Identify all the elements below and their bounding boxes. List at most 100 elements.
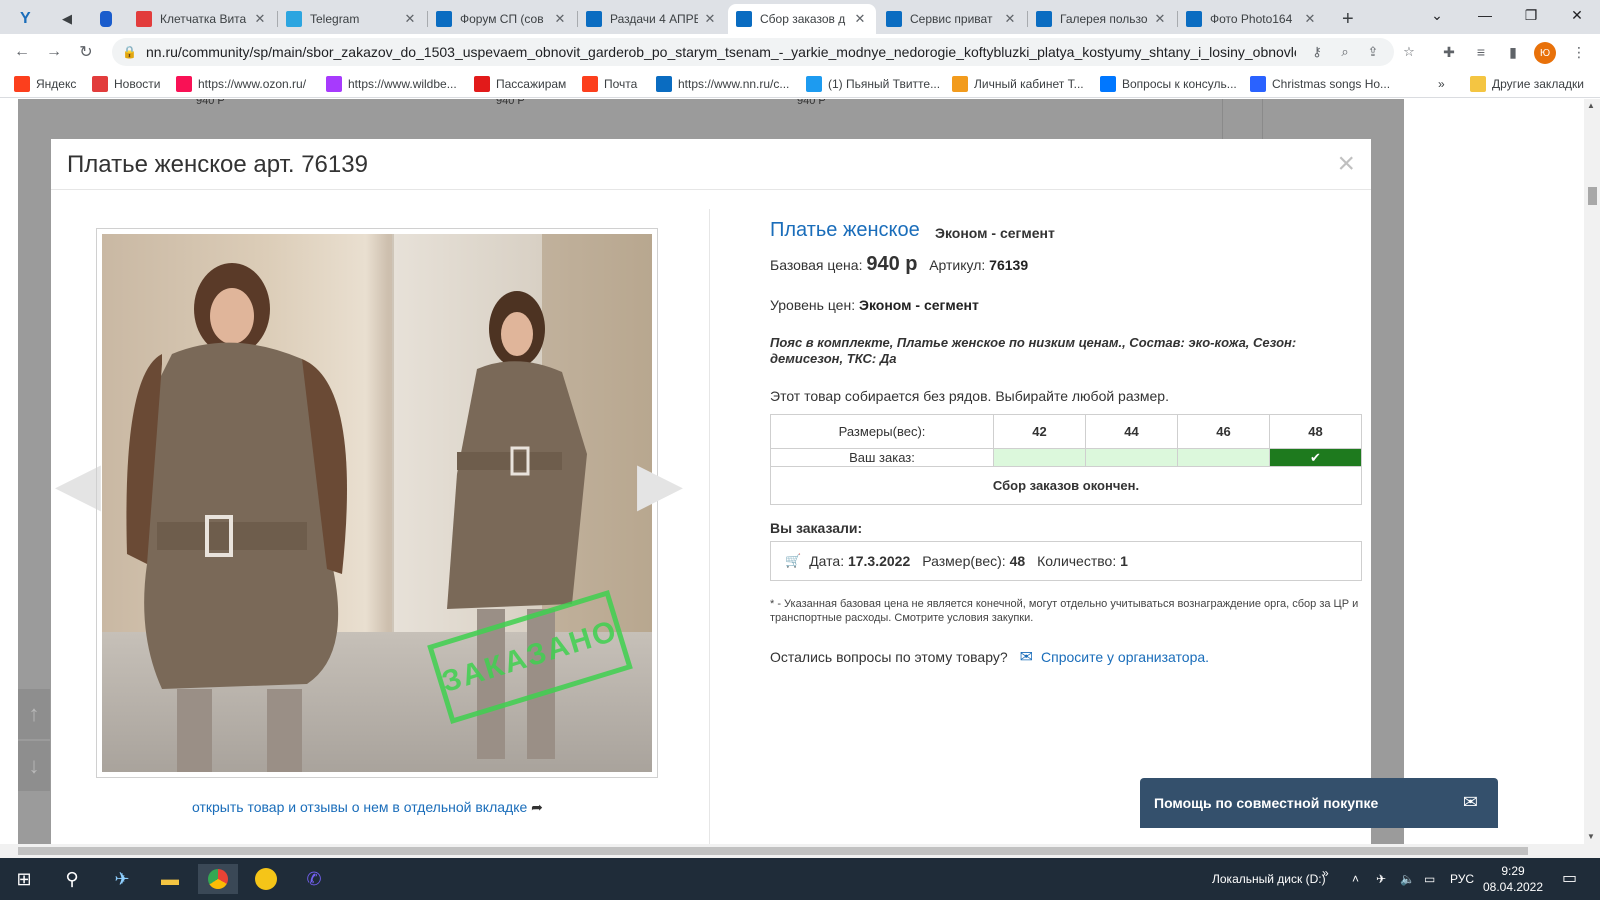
bookmark-item[interactable]: Вопросы к консуль... [1100, 76, 1237, 92]
display-icon[interactable]: ▭ [1424, 872, 1435, 886]
chat-tab-icon[interactable] [92, 4, 120, 34]
file-explorer-icon[interactable]: ▬ [150, 864, 190, 894]
tab-close-icon[interactable]: ✕ [552, 11, 568, 27]
restore-button[interactable]: ❐ [1508, 0, 1554, 30]
ask-organizer-link[interactable]: Спросите у организатора. [1041, 649, 1209, 665]
reload-button[interactable]: ↻ [74, 40, 98, 64]
bg-divider [1262, 99, 1263, 139]
tab-close-icon[interactable]: ✕ [252, 11, 268, 27]
open-product-link-text[interactable]: открыть товар и отзывы о нем в отдельной… [192, 799, 527, 815]
open-product-link[interactable]: открыть товар и отзывы о нем в отдельной… [192, 799, 543, 816]
network-icon[interactable]: ✈ [1376, 872, 1386, 886]
tab-close-icon[interactable]: ✕ [402, 11, 418, 27]
address-bar[interactable]: 🔒 nn.ru/community/sp/main/sbor_zakazov_d… [112, 38, 1394, 66]
zoom-icon[interactable]: ⌕ [1336, 44, 1354, 62]
bookmark-favicon-icon [806, 76, 822, 92]
notifications-icon[interactable]: ▭ [1562, 868, 1577, 888]
vertical-scrollbar[interactable]: ▲ ▼ [1584, 99, 1600, 844]
browser-tab[interactable]: Раздачи 4 АПРЕ ✕ [578, 4, 726, 34]
bookmarks-more-button[interactable]: » [1438, 76, 1445, 92]
chrome-icon[interactable] [198, 864, 238, 894]
app-plane-icon[interactable]: ✈ [102, 864, 142, 894]
browser-tab[interactable]: Галерея пользо ✕ [1028, 4, 1176, 34]
browser-tab[interactable]: Сервис приват ✕ [878, 4, 1026, 34]
bookmark-item[interactable]: https://www.wildbe... [326, 76, 457, 92]
tab-favicon-icon [736, 11, 752, 27]
horizontal-scrollbar[interactable] [0, 844, 1600, 858]
search-icon[interactable]: ⚲ [52, 864, 92, 894]
tab-search-button[interactable]: ⌄ [1414, 0, 1460, 30]
order-cell-42[interactable] [993, 448, 1086, 467]
viber-icon[interactable]: ✆ [294, 864, 334, 894]
next-image-arrow-icon[interactable]: ▶ [637, 434, 683, 534]
minimize-button[interactable]: — [1462, 0, 1508, 30]
bookmark-item[interactable]: (1) Пьяный Твитте... [806, 76, 940, 92]
size-46: 46 [1177, 414, 1270, 449]
help-widget[interactable]: Помощь по совместной покупке ✉ [1140, 778, 1498, 828]
volume-icon[interactable]: 🔈 [1400, 872, 1415, 886]
order-cell-46[interactable] [1177, 448, 1270, 467]
scroll-down-icon[interactable]: ▼ [1587, 832, 1595, 841]
prev-image-arrow-icon[interactable]: ◀ [55, 434, 101, 534]
browser-tab[interactable]: Фото Photo164 ✕ [1178, 4, 1326, 34]
bookmark-label: Личный кабинет Т... [974, 77, 1084, 91]
tab-close-icon[interactable]: ✕ [1002, 11, 1018, 27]
browser-tab[interactable]: Telegram ✕ [278, 4, 426, 34]
bookmark-item[interactable]: Christmas songs Ho... [1250, 76, 1390, 92]
order-cell-48-check-icon[interactable]: ✔ [1269, 448, 1362, 467]
bookmark-label: https://www.wildbe... [348, 77, 457, 91]
new-tab-button[interactable]: + [1334, 4, 1364, 34]
onec-app-icon[interactable] [246, 864, 286, 894]
envelope-icon[interactable]: ✉ [1020, 647, 1033, 667]
close-icon[interactable]: × [1337, 147, 1355, 181]
bookmark-item[interactable]: Новости [92, 76, 160, 92]
bookmark-item[interactable]: https://www.nn.ru/c... [656, 76, 789, 92]
mute-tab-icon[interactable]: ◀ [54, 4, 82, 34]
bookmark-item[interactable]: Почта [582, 76, 637, 92]
tray-more-icon[interactable]: » [1322, 866, 1329, 880]
disk-label[interactable]: Локальный диск (D:) [1212, 872, 1326, 886]
bookmark-item[interactable]: https://www.ozon.ru/ [176, 76, 306, 92]
tab-close-icon[interactable]: ✕ [1302, 11, 1318, 27]
horizontal-scroll-thumb[interactable] [18, 847, 1528, 855]
browser-tab[interactable]: Клетчатка Вита ✕ [128, 4, 276, 34]
size-value: 48 [1009, 553, 1026, 569]
language-indicator[interactable]: РУС [1450, 872, 1474, 886]
other-bookmarks[interactable]: Другие закладки [1470, 76, 1584, 92]
back-button[interactable]: ← [10, 40, 34, 64]
clock[interactable]: 9:29 08.04.2022 [1478, 863, 1548, 895]
product-name[interactable]: Платье женское [770, 219, 920, 242]
scroll-down-arrow-icon[interactable]: ↓ [18, 741, 50, 791]
profile-avatar[interactable]: Ю [1534, 42, 1556, 64]
extensions-icon[interactable]: ✚ [1440, 44, 1458, 62]
vertical-scroll-thumb[interactable] [1588, 187, 1597, 205]
bookmark-star-icon[interactable]: ☆ [1400, 44, 1418, 62]
bookmark-item[interactable]: Яндекс [14, 76, 76, 92]
url-text[interactable]: nn.ru/community/sp/main/sbor_zakazov_do_… [146, 44, 1296, 60]
article-label: Артикул: [929, 257, 986, 273]
order-cell-44[interactable] [1085, 448, 1178, 467]
reading-list-icon[interactable]: ≡ [1472, 44, 1490, 62]
bookmark-item[interactable]: Пассажирам [474, 76, 566, 92]
browser-tab[interactable]: Форум СП (сов ✕ [428, 4, 576, 34]
side-panel-icon[interactable]: ▮ [1504, 44, 1522, 62]
yandex-tab-icon[interactable]: Y [12, 4, 40, 34]
tab-close-icon[interactable]: ✕ [852, 11, 868, 27]
product-photo[interactable]: ЗАКАЗАНО [102, 234, 652, 772]
size-48: 48 [1269, 414, 1362, 449]
share-icon[interactable]: ⇪ [1364, 44, 1382, 62]
menu-icon[interactable]: ⋮ [1570, 44, 1588, 62]
windows-start-icon[interactable]: ⊞ [4, 864, 44, 894]
bookmark-label: Вопросы к консуль... [1122, 77, 1237, 91]
forward-button[interactable]: → [42, 40, 66, 64]
browser-tab[interactable]: Сбор заказов д ✕ [728, 4, 876, 34]
key-icon[interactable]: ⚷ [1308, 44, 1326, 62]
scroll-up-arrow-icon[interactable]: ↑ [18, 689, 50, 739]
close-window-button[interactable]: ✕ [1554, 0, 1600, 30]
tab-close-icon[interactable]: ✕ [702, 11, 718, 27]
bookmark-item[interactable]: Личный кабинет Т... [952, 76, 1084, 92]
tab-close-icon[interactable]: ✕ [1152, 11, 1168, 27]
scroll-up-icon[interactable]: ▲ [1587, 101, 1595, 110]
tray-chevron-icon[interactable]: ˄ [1352, 872, 1359, 886]
bookmark-favicon-icon [1250, 76, 1266, 92]
